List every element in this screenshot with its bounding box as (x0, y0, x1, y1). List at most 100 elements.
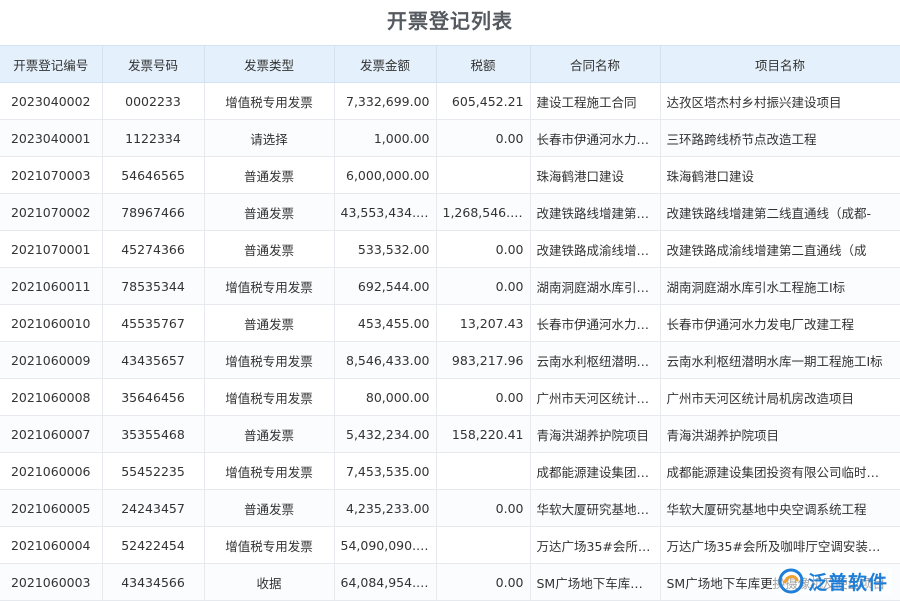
contract-name-link[interactable]: 长春市伊通河水力发电厂改建工程 (530, 120, 660, 157)
table-row[interactable]: 202106000343434566收据64,084,954.000.00SM广… (0, 564, 900, 601)
invoice-type-cell: 普通发票 (204, 416, 334, 453)
invoice-no-link[interactable]: 45535767 (102, 305, 204, 342)
project-name-link[interactable]: 湖南洞庭湖水库引水工程施工I标 (660, 268, 900, 305)
reg-no-link[interactable]: 2021060010 (0, 305, 102, 342)
reg-no-link[interactable]: 2021070002 (0, 194, 102, 231)
amount-cell: 4,235,233.00 (334, 490, 436, 527)
invoice-type-cell: 增值税专用发票 (204, 342, 334, 379)
contract-name-link[interactable]: 万达广场35#会所及咖啡厅空调安装 (530, 527, 660, 564)
amount-cell: 54,090,090.00 (334, 527, 436, 564)
invoice-type-cell: 增值税专用发票 (204, 379, 334, 416)
project-name-link[interactable]: 广州市天河区统计局机房改造项目 (660, 379, 900, 416)
table-row[interactable]: 202106000524243457普通发票4,235,233.000.00华软… (0, 490, 900, 527)
header-invoice-type[interactable]: 发票类型 (204, 46, 334, 83)
amount-cell: 453,455.00 (334, 305, 436, 342)
reg-no-link[interactable]: 2021060011 (0, 268, 102, 305)
table-row[interactable]: 202106000943435657增值税专用发票8,546,433.00983… (0, 342, 900, 379)
project-name-link[interactable]: 长春市伊通河水力发电厂改建工程 (660, 305, 900, 342)
table-row[interactable]: 202106000835646456增值税专用发票80,000.000.00广州… (0, 379, 900, 416)
reg-no-link[interactable]: 2021060008 (0, 379, 102, 416)
reg-no-link[interactable]: 2021060009 (0, 342, 102, 379)
amount-cell: 8,546,433.00 (334, 342, 436, 379)
tax-cell (436, 453, 530, 490)
invoice-no-link[interactable]: 78967466 (102, 194, 204, 231)
contract-name-link[interactable]: 珠海鹤港口建设 (530, 157, 660, 194)
tax-cell: 983,217.96 (436, 342, 530, 379)
amount-cell: 80,000.00 (334, 379, 436, 416)
project-name-link[interactable]: 万达广场35#会所及咖啡厅空调安装… (660, 527, 900, 564)
table-row[interactable]: 20230400020002233增值税专用发票7,332,699.00605,… (0, 83, 900, 120)
table-body: 20230400020002233增值税专用发票7,332,699.00605,… (0, 83, 900, 601)
table-row[interactable]: 202106000655452235增值税专用发票7,453,535.00成都能… (0, 453, 900, 490)
invoice-no-link[interactable]: 35646456 (102, 379, 204, 416)
brand-logo-icon (778, 568, 804, 594)
reg-no-link[interactable]: 2021060004 (0, 527, 102, 564)
project-name-link[interactable]: 华软大厦研究基地中央空调系统工程 (660, 490, 900, 527)
contract-name-link[interactable]: 华软大厦研究基地中央空调系统工程 (530, 490, 660, 527)
contract-name-link[interactable]: 广州市天河区统计局机房改造项目 (530, 379, 660, 416)
reg-no-link[interactable]: 2021060007 (0, 416, 102, 453)
project-name-link[interactable]: 青海洪湖养护院项目 (660, 416, 900, 453)
table-row[interactable]: 202106000452422454增值税专用发票54,090,090.00 万达… (0, 527, 900, 564)
reg-no-link[interactable]: 2021060005 (0, 490, 102, 527)
table-row[interactable]: 202107000354646565普通发票6,000,000.00珠海鹤港口建… (0, 157, 900, 194)
table-row[interactable]: 202106001045535767普通发票453,455.0013,207.4… (0, 305, 900, 342)
project-name-link[interactable]: 珠海鹤港口建设 (660, 157, 900, 194)
project-name-link[interactable]: 云南水利枢纽潜明水库一期工程施工I标 (660, 342, 900, 379)
contract-name-link[interactable]: 建设工程施工合同 (530, 83, 660, 120)
contract-name-link[interactable]: 成都能源建设集团投资有限公司临时 (530, 453, 660, 490)
contract-name-link[interactable]: 改建铁路成渝线增建第二直通线 (530, 231, 660, 268)
invoice-type-cell: 普通发票 (204, 157, 334, 194)
header-invoice-reg-no[interactable]: 开票登记编号 (0, 46, 102, 83)
invoice-no-link[interactable]: 78535344 (102, 268, 204, 305)
reg-no-link[interactable]: 2021060003 (0, 564, 102, 601)
invoice-no-link[interactable]: 0002233 (102, 83, 204, 120)
header-tax[interactable]: 税额 (436, 46, 530, 83)
contract-name-link[interactable]: 长春市伊通河水力发电厂改建工程 (530, 305, 660, 342)
contract-name-link[interactable]: SM广场地下车库更换摄像机及硬盘项目 (530, 564, 660, 601)
project-name-link[interactable]: 三环路跨线桥节点改造工程 (660, 120, 900, 157)
invoice-no-link[interactable]: 1122334 (102, 120, 204, 157)
table-row[interactable]: 202107000145274366普通发票533,532.000.00改建铁路… (0, 231, 900, 268)
reg-no-link[interactable]: 2021070001 (0, 231, 102, 268)
contract-name-link[interactable]: 青海洪湖养护院项目 (530, 416, 660, 453)
contract-name-link[interactable]: 湖南洞庭湖水库引水工程施工I标 (530, 268, 660, 305)
tax-cell: 0.00 (436, 490, 530, 527)
header-project-name[interactable]: 项目名称 (660, 46, 900, 83)
table-row[interactable]: 20230400011122334请选择1,000.000.00长春市伊通河水力… (0, 120, 900, 157)
table-row[interactable]: 202107000278967466普通发票43,553,434.001,268… (0, 194, 900, 231)
invoice-no-link[interactable]: 43434566 (102, 564, 204, 601)
invoice-no-link[interactable]: 45274366 (102, 231, 204, 268)
invoice-no-link[interactable]: 43435657 (102, 342, 204, 379)
invoice-no-link[interactable]: 52422454 (102, 527, 204, 564)
header-invoice-no[interactable]: 发票号码 (102, 46, 204, 83)
reg-no-link[interactable]: 2023040001 (0, 120, 102, 157)
table-row[interactable]: 202106000735355468普通发票5,432,234.00158,22… (0, 416, 900, 453)
invoice-no-link[interactable]: 35355468 (102, 416, 204, 453)
reg-no-link[interactable]: 2021060006 (0, 453, 102, 490)
reg-no-link[interactable]: 2021070003 (0, 157, 102, 194)
project-name-link[interactable]: 改建铁路线增建第二线直通线（成都- (660, 194, 900, 231)
header-amount[interactable]: 发票金额 (334, 46, 436, 83)
project-name-link[interactable]: 成都能源建设集团投资有限公司临时… (660, 453, 900, 490)
invoice-type-cell: 请选择 (204, 120, 334, 157)
invoice-type-cell: 增值税专用发票 (204, 83, 334, 120)
project-name-link[interactable]: 改建铁路成渝线增建第二直通线（成 (660, 231, 900, 268)
invoice-table: 开票登记编号发票号码发票类型发票金额税额合同名称项目名称 20230400020… (0, 45, 900, 601)
invoice-type-cell: 增值税专用发票 (204, 527, 334, 564)
brand-name: 泛普软件 (808, 568, 888, 595)
table-header-row: 开票登记编号发票号码发票类型发票金额税额合同名称项目名称 (0, 46, 900, 83)
project-name-link[interactable]: 达孜区塔杰村乡村振兴建设项目 (660, 83, 900, 120)
contract-name-link[interactable]: 云南水利枢纽潜明水库一期工程施工I标 (530, 342, 660, 379)
invoice-no-link[interactable]: 54646565 (102, 157, 204, 194)
header-contract-name[interactable]: 合同名称 (530, 46, 660, 83)
invoice-type-cell: 收据 (204, 564, 334, 601)
invoice-no-link[interactable]: 24243457 (102, 490, 204, 527)
invoice-no-link[interactable]: 55452235 (102, 453, 204, 490)
invoice-type-cell: 普通发票 (204, 231, 334, 268)
contract-name-link[interactable]: 改建铁路线增建第二线直通线 (530, 194, 660, 231)
tax-cell: 0.00 (436, 564, 530, 601)
reg-no-link[interactable]: 2023040002 (0, 83, 102, 120)
table-row[interactable]: 202106001178535344增值税专用发票692,544.000.00湖… (0, 268, 900, 305)
tax-cell: 1,268,546.00 (436, 194, 530, 231)
